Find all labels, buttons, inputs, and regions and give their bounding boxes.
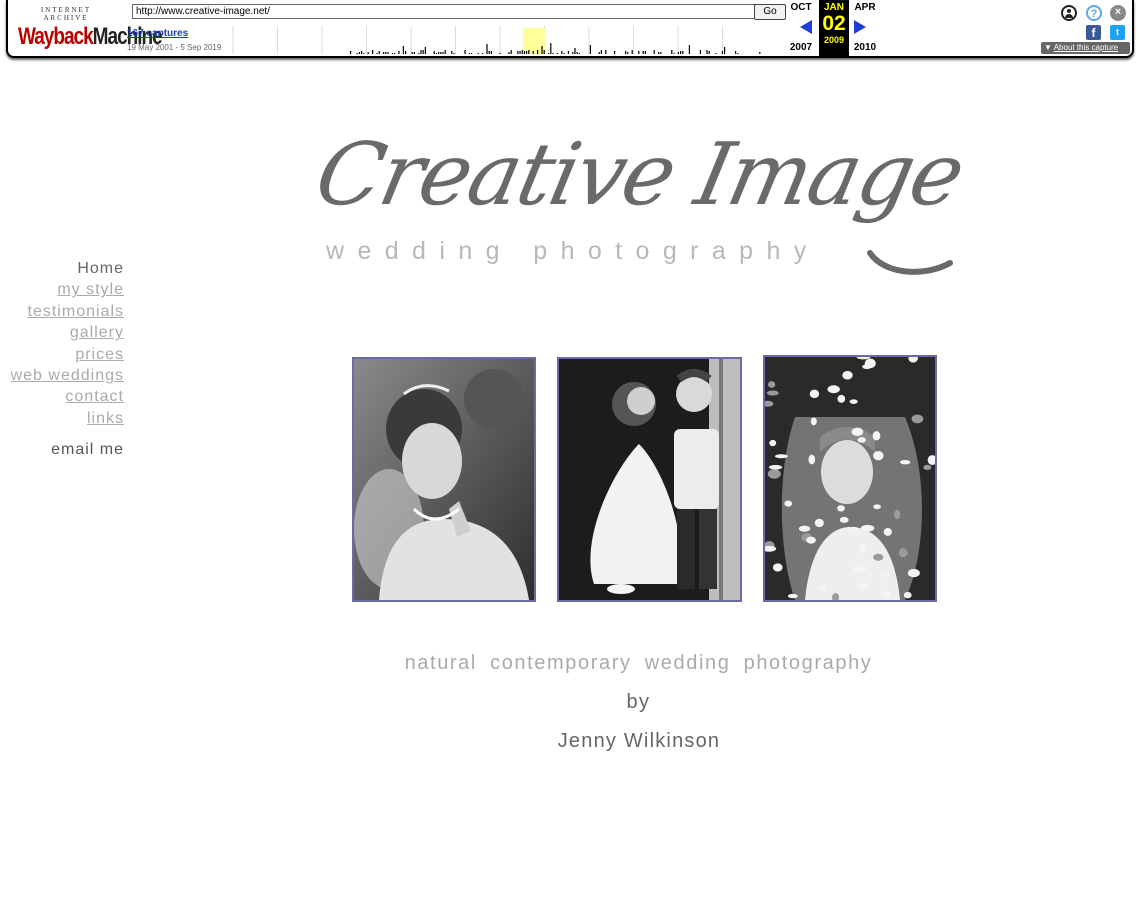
site-logo: Creative Image wedding photography bbox=[307, 125, 990, 290]
nav-my-style[interactable]: my style bbox=[0, 279, 124, 300]
wayback-logo-main: WaybackMachine bbox=[18, 24, 163, 52]
wayback-logo-main-a: Wayback bbox=[18, 24, 94, 51]
about-capture-label: About this capture bbox=[1053, 43, 1119, 52]
nav-gallery[interactable]: gallery bbox=[0, 322, 124, 343]
logo-subtitle: wedding photography bbox=[326, 237, 820, 265]
wayback-current-year: 2009 bbox=[823, 35, 845, 45]
close-icon[interactable]: × bbox=[1110, 5, 1126, 21]
wayback-logo[interactable]: INTERNET ARCHIVE WaybackMachine bbox=[18, 6, 163, 50]
wayback-next-arrow-icon[interactable] bbox=[854, 20, 866, 34]
twitter-icon[interactable]: t bbox=[1110, 25, 1125, 40]
nav-links[interactable]: links bbox=[0, 408, 124, 429]
nav-home[interactable]: Home bbox=[0, 258, 124, 279]
user-icon[interactable] bbox=[1061, 5, 1077, 21]
wayback-prev-month[interactable]: OCT bbox=[786, 2, 816, 13]
wayback-capture-sparkline[interactable] bbox=[225, 26, 761, 54]
wayback-next-month[interactable]: APR bbox=[850, 2, 880, 13]
nav-web-weddings[interactable]: web weddings bbox=[0, 365, 124, 386]
wayback-go-button[interactable]: Go bbox=[754, 4, 786, 20]
photo-bride-portrait bbox=[352, 357, 536, 602]
wayback-next-year[interactable]: 2010 bbox=[850, 42, 880, 53]
wayback-date-range: 19 May 2001 - 5 Sep 2019 bbox=[127, 43, 222, 52]
wayback-current-date: JAN 02 2009 bbox=[819, 0, 849, 56]
wayback-captures-link[interactable]: 167 captures bbox=[127, 28, 188, 39]
wayback-toolbar: INTERNET ARCHIVE WaybackMachine http://w… bbox=[6, 0, 1134, 58]
nav-contact[interactable]: contact bbox=[0, 386, 124, 407]
site-nav: Home my style testimonials gallery price… bbox=[0, 258, 124, 459]
photo-children-kiss bbox=[557, 357, 742, 602]
tagline-by: by bbox=[626, 691, 651, 713]
about-capture-link[interactable]: ▼ About this capture bbox=[1041, 42, 1130, 54]
nav-prices[interactable]: prices bbox=[0, 344, 124, 365]
facebook-icon[interactable]: f bbox=[1086, 25, 1101, 40]
email-me-link[interactable]: email me bbox=[0, 441, 124, 459]
tagline: natural contemporary wedding photography bbox=[404, 652, 873, 674]
wayback-current-day: 02 bbox=[822, 12, 846, 35]
wayback-prev-arrow-icon[interactable] bbox=[800, 20, 812, 34]
photographer-name: Jenny Wilkinson bbox=[557, 730, 721, 752]
wayback-logo-top: INTERNET ARCHIVE bbox=[40, 6, 92, 22]
wayback-url-input[interactable]: http://www.creative-image.net/ bbox=[132, 4, 756, 19]
wayback-prev-year[interactable]: 2007 bbox=[786, 42, 816, 53]
photo-bride-confetti bbox=[763, 355, 937, 602]
help-icon[interactable]: ? bbox=[1086, 5, 1102, 21]
nav-testimonials[interactable]: testimonials bbox=[0, 301, 124, 322]
